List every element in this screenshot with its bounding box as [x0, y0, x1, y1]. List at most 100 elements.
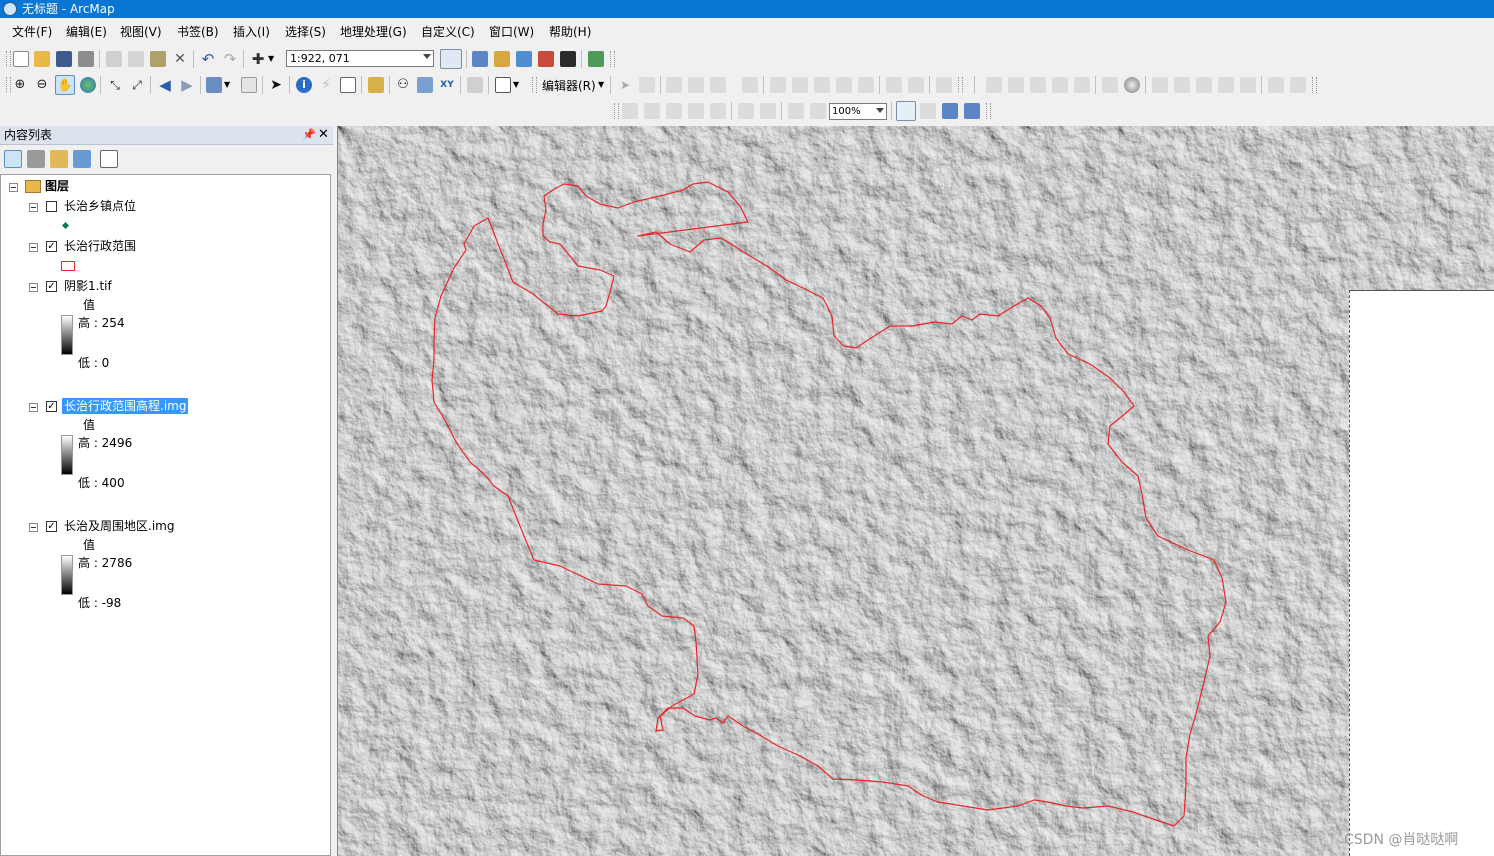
list-by-visibility-icon[interactable]: [50, 150, 68, 168]
layout-zoom-combo[interactable]: 100%: [829, 103, 887, 120]
snap-edge-icon[interactable]: [1074, 77, 1090, 93]
go-to-xy-icon[interactable]: XY: [439, 77, 455, 93]
pan-hand-icon[interactable]: ✋: [55, 75, 75, 95]
list-by-selection-icon[interactable]: [73, 150, 91, 168]
polygon-symbol-icon[interactable]: [61, 261, 75, 271]
collapse-icon[interactable]: [29, 523, 38, 532]
point-symbol-icon[interactable]: [61, 221, 70, 230]
menu-view[interactable]: 视图(V): [118, 24, 164, 40]
hyperlink-icon[interactable]: ⚡: [318, 77, 334, 93]
editor-menu-button[interactable]: 编辑器(R): [542, 78, 596, 94]
next-extent-icon[interactable]: [810, 103, 826, 119]
layout-zoom-out-icon[interactable]: [644, 103, 660, 119]
georef-table-icon[interactable]: [1218, 77, 1234, 93]
time-slider-icon[interactable]: [467, 77, 483, 93]
menu-help[interactable]: 帮助(H): [547, 24, 593, 40]
find-binoculars-icon[interactable]: ⚇: [395, 77, 411, 93]
select-dropdown-icon[interactable]: ▼: [224, 77, 234, 93]
menu-bookmarks[interactable]: 书签(B): [175, 24, 221, 40]
edit-annotation-icon[interactable]: [639, 77, 655, 93]
find-route-icon[interactable]: [417, 77, 433, 93]
menu-insert[interactable]: 插入(I): [231, 24, 272, 40]
legend-gradient[interactable]: [61, 555, 73, 595]
data-driven-pages-icon[interactable]: [964, 103, 980, 119]
python-window-icon[interactable]: [560, 51, 576, 67]
map-display[interactable]: [337, 126, 1494, 856]
cut-icon[interactable]: [106, 51, 122, 67]
menu-geoprocessing[interactable]: 地理处理(G): [338, 24, 409, 40]
toolbar-grip[interactable]: [6, 51, 11, 67]
collapse-icon[interactable]: [29, 203, 38, 212]
layer-visibility-checkbox[interactable]: ✓: [46, 241, 57, 252]
menu-window[interactable]: 窗口(W): [487, 24, 536, 40]
toolbar-grip[interactable]: [986, 103, 991, 119]
collapse-icon[interactable]: [29, 243, 38, 252]
save-icon[interactable]: [56, 51, 72, 67]
root-layers-label[interactable]: 图层: [45, 178, 69, 194]
create-viewer-window-icon[interactable]: [495, 77, 511, 93]
split-icon[interactable]: [836, 77, 852, 93]
layer-visibility-checkbox[interactable]: ✓: [46, 401, 57, 412]
select-features-icon[interactable]: [206, 77, 222, 93]
layer-name-towns[interactable]: 长治乡镇点位: [64, 198, 136, 214]
edit-tool-icon[interactable]: ➤: [617, 77, 633, 93]
toolbar-grip[interactable]: [1312, 77, 1317, 93]
focus-data-frame-icon[interactable]: [920, 103, 936, 119]
arctoolbox-icon[interactable]: [538, 51, 554, 67]
georef-icon[interactable]: [1152, 77, 1168, 93]
cut-polygons-icon[interactable]: [814, 77, 830, 93]
sketch-properties-icon[interactable]: [908, 77, 924, 93]
fixed-zoom-out-layout-icon[interactable]: [760, 103, 776, 119]
editor-dropdown-icon[interactable]: ▼: [598, 77, 608, 93]
straight-segment-icon[interactable]: [666, 77, 682, 93]
layout-pan-icon[interactable]: [666, 103, 682, 119]
collapse-icon[interactable]: [9, 183, 18, 192]
rotate-icon[interactable]: [858, 77, 874, 93]
delete-icon[interactable]: ✕: [172, 51, 188, 67]
layer-visibility-checkbox[interactable]: ✓: [46, 281, 57, 292]
trace-icon[interactable]: [710, 77, 726, 93]
full-extent-globe-icon[interactable]: [80, 77, 96, 93]
viewer-dropdown-icon[interactable]: ▼: [513, 77, 523, 93]
legend-gradient[interactable]: [61, 435, 73, 475]
point-icon[interactable]: [742, 77, 758, 93]
chevron-down-icon[interactable]: [423, 54, 431, 59]
model-builder-icon[interactable]: [588, 51, 604, 67]
search-window-icon[interactable]: [516, 51, 532, 67]
add-data-dropdown-icon[interactable]: ▼: [268, 51, 278, 67]
fixed-zoom-in-icon[interactable]: ⤡: [107, 77, 123, 93]
toggle-draft-mode-icon[interactable]: [896, 101, 916, 121]
select-elements-pointer-icon[interactable]: ➤: [268, 77, 284, 93]
table-of-contents-icon[interactable]: [472, 51, 488, 67]
snap-end-icon[interactable]: [1052, 77, 1068, 93]
zoom-out-icon[interactable]: ⊖: [34, 77, 50, 93]
print-icon[interactable]: [78, 51, 94, 67]
back-arrow-icon[interactable]: ◀: [157, 77, 173, 93]
sphere-icon[interactable]: [1124, 77, 1140, 93]
georef-links-icon[interactable]: [1196, 77, 1212, 93]
layer-visibility-checkbox[interactable]: ✓: [46, 521, 57, 532]
html-popup-icon[interactable]: [340, 77, 356, 93]
open-folder-icon[interactable]: [34, 51, 50, 67]
georef-grid-icon[interactable]: [1240, 77, 1256, 93]
layer-name-boundary-dem[interactable]: 长治行政范围高程.img: [62, 398, 189, 414]
endpoint-arc-icon[interactable]: [688, 77, 704, 93]
zoom-100-icon[interactable]: [710, 103, 726, 119]
chevron-down-icon[interactable]: [876, 108, 884, 113]
fixed-zoom-out-icon[interactable]: ⤢: [129, 77, 145, 93]
layer-name-hillshade[interactable]: 阴影1.tif: [64, 278, 112, 294]
menu-selection[interactable]: 选择(S): [283, 24, 328, 40]
edit-vertices-icon[interactable]: [770, 77, 786, 93]
toolbar-grip[interactable]: [610, 51, 615, 67]
map-scale-combo[interactable]: 1:922, 071: [286, 50, 434, 67]
identify-icon[interactable]: i: [296, 77, 312, 93]
copy-icon[interactable]: [128, 51, 144, 67]
previous-extent-icon[interactable]: [788, 103, 804, 119]
collapse-icon[interactable]: [29, 403, 38, 412]
zoom-whole-page-icon[interactable]: [688, 103, 704, 119]
layer-name-surrounding-dem[interactable]: 长治及周围地区.img: [64, 518, 174, 534]
snap-vertex-icon[interactable]: [1102, 77, 1118, 93]
layer-visibility-checkbox[interactable]: [46, 201, 57, 212]
options-icon[interactable]: [100, 150, 118, 168]
snap-icon[interactable]: [1030, 77, 1046, 93]
